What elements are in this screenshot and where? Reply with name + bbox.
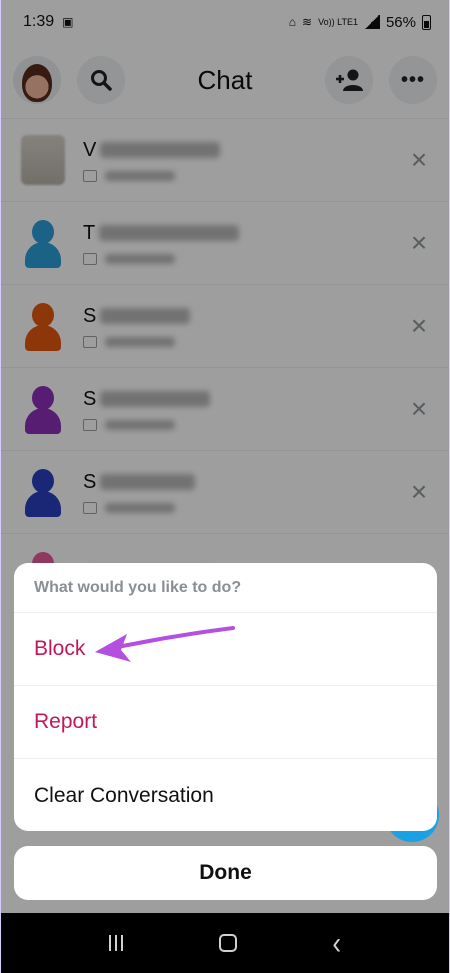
clear-conversation-option[interactable]: Clear Conversation (14, 759, 437, 831)
home-button-icon[interactable] (218, 934, 237, 952)
screen: 1:39 ▣ ⌂ ≋ Vo)) LTE1 56% Chat ••• V × T … (0, 0, 450, 973)
back-icon[interactable]: ‹ (332, 924, 341, 961)
system-nav-bar: ‹ (1, 913, 449, 973)
annotation-arrow-icon (95, 626, 235, 662)
action-sheet: What would you like to do? Block Report … (14, 563, 437, 831)
action-sheet-title: What would you like to do? (14, 563, 437, 613)
report-option[interactable]: Report (14, 686, 437, 759)
done-button[interactable]: Done (14, 846, 437, 900)
recents-icon[interactable] (108, 935, 123, 951)
